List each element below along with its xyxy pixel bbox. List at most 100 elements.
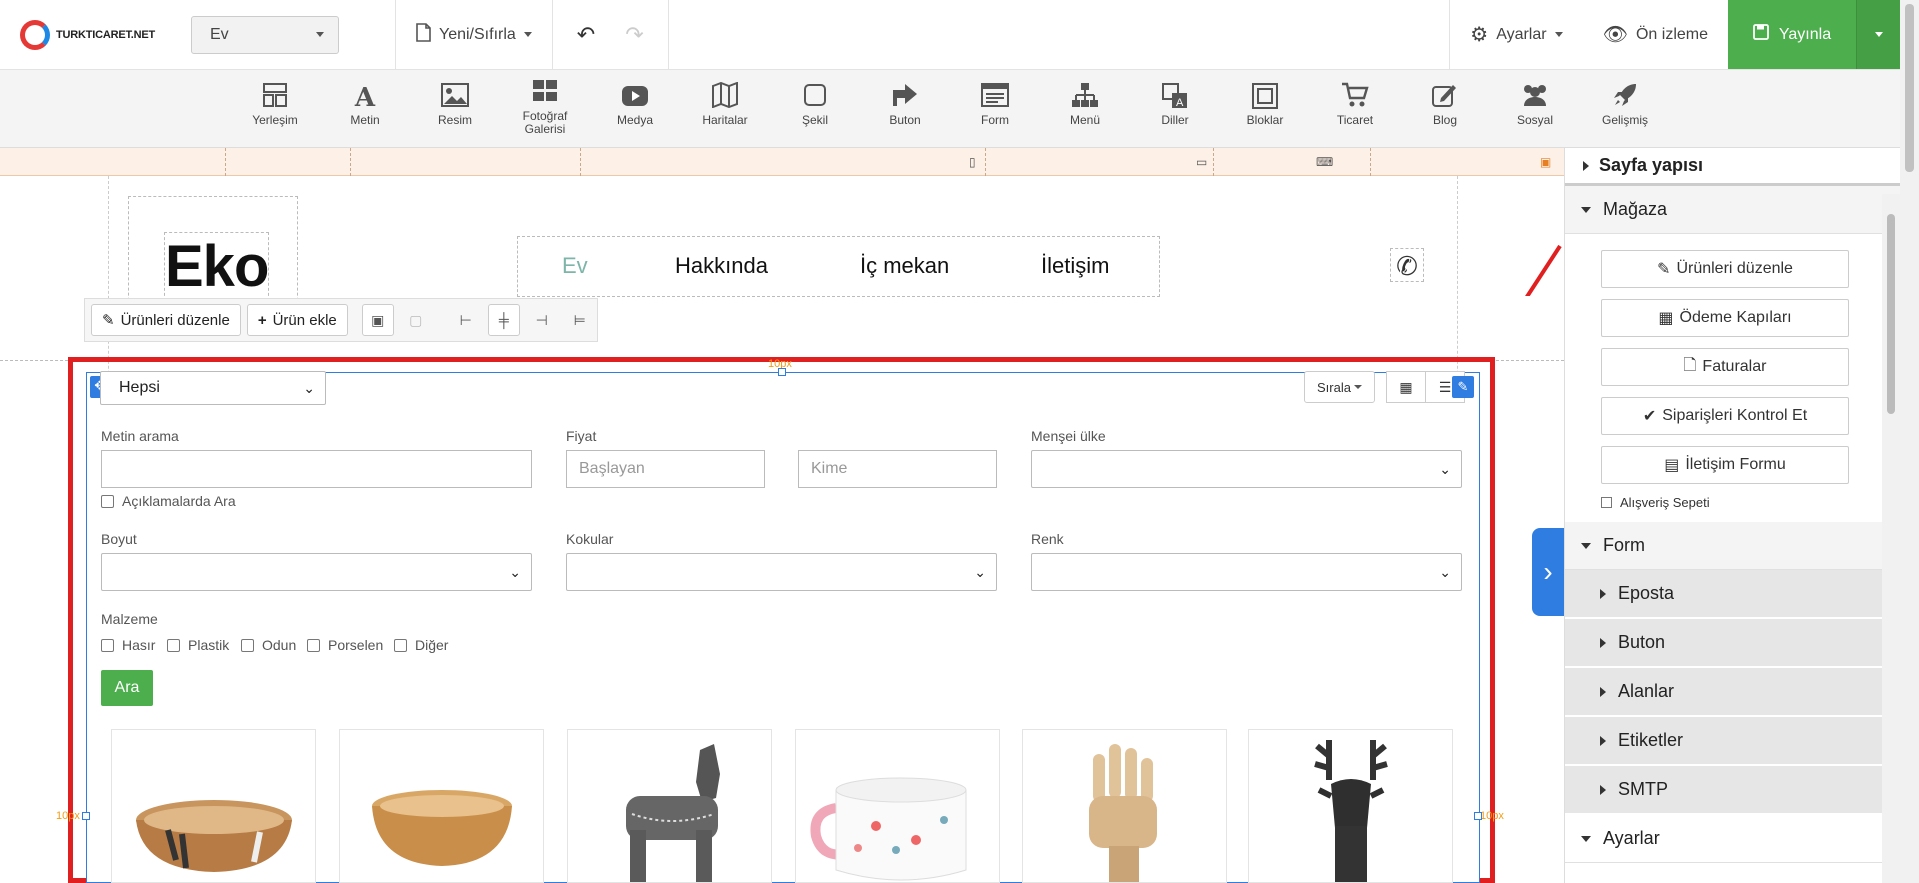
laptop-icon[interactable]: ⌨ [1316, 155, 1333, 169]
size-select[interactable]: ⌄ [101, 553, 532, 591]
tool-button[interactable]: Buton [870, 82, 940, 127]
nav-item-home[interactable]: Ev [562, 253, 588, 279]
nav-item-contact[interactable]: İletişim [1041, 253, 1109, 279]
tool-commerce[interactable]: Ticaret [1320, 82, 1390, 127]
page-scrollbar[interactable] [1900, 0, 1919, 883]
origin-country-select[interactable]: ⌄ [1031, 450, 1462, 488]
scents-select[interactable]: ⌄ [566, 553, 997, 591]
tool-label: Gelişmiş [1601, 113, 1648, 127]
page-structure-header[interactable]: Sayfa yapısı [1565, 148, 1900, 186]
tool-gallery[interactable]: Fotoğraf Galerisi [510, 78, 580, 136]
material-checkbox-wicker[interactable]: Hasır [101, 637, 155, 653]
edit-pencil-icon[interactable]: ✎ [1452, 376, 1474, 398]
settings-section-header[interactable]: Ayarlar [1565, 815, 1900, 863]
search-descriptions-checkbox[interactable]: Açıklamalarda Ara [101, 493, 236, 509]
sort-button[interactable]: Sırala [1304, 371, 1375, 403]
add-product-button[interactable]: + Ürün ekle [246, 304, 348, 336]
redo-icon[interactable]: ↷ [625, 22, 643, 48]
tool-menu[interactable]: Menü [1050, 82, 1120, 127]
product-card[interactable] [567, 729, 772, 883]
product-card[interactable] [1022, 729, 1227, 883]
shopping-cart-checkbox[interactable]: Alışveriş Sepeti [1601, 495, 1900, 510]
publish-label: Yayınla [1778, 25, 1832, 43]
mobile-icon[interactable]: ▯ [969, 155, 976, 169]
tool-shape[interactable]: Şekil [780, 82, 850, 127]
resize-handle[interactable] [778, 368, 786, 376]
tool-social[interactable]: Sosyal [1500, 82, 1570, 127]
form-item-smtp[interactable]: SMTP [1565, 766, 1882, 815]
price-to-placeholder: Kime [811, 460, 848, 477]
desktop-icon[interactable]: ▣ [1540, 155, 1551, 169]
tool-layout[interactable]: Yerleşim [240, 82, 310, 127]
product-card[interactable] [111, 729, 316, 883]
material-checkbox-wood[interactable]: Odun [241, 637, 296, 653]
form-item-labels[interactable]: Etiketler [1565, 717, 1882, 766]
color-select[interactable]: ⌄ [1031, 553, 1462, 591]
price-to-input[interactable]: Kime [798, 450, 997, 488]
product-card[interactable] [339, 729, 544, 883]
tool-advanced[interactable]: Gelişmiş [1590, 82, 1660, 127]
contact-form-button[interactable]: ▤ İletişim Formu [1601, 446, 1849, 484]
material-checkbox-plastic[interactable]: Plastik [167, 637, 229, 653]
editor-canvas: Eko Ev Hakkında İç mekan İletişim ✆ ✎ Ür… [0, 176, 1564, 883]
tool-image[interactable]: Resim [420, 82, 490, 127]
form-item-email[interactable]: Eposta [1565, 570, 1882, 619]
align-left-icon[interactable]: ⊢ [450, 304, 482, 336]
tool-text[interactable]: A Metin [330, 82, 400, 127]
tool-media[interactable]: Medya [600, 82, 670, 127]
undo-icon[interactable]: ↶ [577, 22, 595, 48]
page-select[interactable]: Ev [191, 15, 339, 54]
product-card[interactable] [795, 729, 1000, 883]
phone-icon[interactable]: ✆ [1390, 248, 1424, 282]
file-icon: 🗋 [1683, 356, 1697, 374]
align-center-icon[interactable]: ╪ [487, 304, 520, 336]
nav-item-interior[interactable]: İç mekan [860, 253, 949, 279]
material-checkbox-other[interactable]: Diğer [394, 637, 448, 653]
align-right-icon[interactable]: ⊣ [526, 304, 558, 336]
material-checkbox-porcelain[interactable]: Porselen [307, 637, 383, 653]
new-reset-button[interactable]: Yeni/Sıfırla [396, 0, 553, 69]
form-item-button[interactable]: Buton [1565, 619, 1882, 668]
scrollbar-thumb[interactable] [1887, 214, 1895, 414]
tool-maps[interactable]: Haritalar [690, 81, 760, 127]
payment-gateways-button[interactable]: ▦ Ödeme Kapıları [1601, 299, 1849, 337]
tool-blog[interactable]: Blog [1410, 82, 1480, 127]
tool-form[interactable]: Form [960, 82, 1030, 127]
pencil-icon: ✎ [102, 312, 115, 329]
form-item-fields[interactable]: Alanlar [1565, 668, 1882, 717]
category-select[interactable]: Hepsi ⌄ [100, 371, 326, 405]
annotation-arrow [1525, 244, 1562, 296]
preview-button[interactable]: 👁 Ön izleme [1583, 0, 1728, 69]
price-from-input[interactable]: Başlayan [566, 450, 765, 488]
origin-country-label: Menşei ülke [1031, 428, 1106, 444]
search-button[interactable]: Ara [101, 670, 153, 706]
blog-icon [1431, 82, 1459, 114]
tool-blocks[interactable]: Bloklar [1230, 82, 1300, 127]
form-section-header[interactable]: Form [1565, 522, 1900, 570]
edit-products-button[interactable]: ✎ Ürünleri düzenle [91, 304, 241, 336]
publish-button[interactable]: Yayınla [1728, 0, 1856, 69]
resize-handle[interactable] [82, 812, 90, 820]
text-search-input[interactable] [101, 450, 532, 488]
check-orders-button[interactable]: ✔ Siparişleri Kontrol Et [1601, 397, 1849, 435]
select-parent-icon[interactable]: ▣ [361, 304, 394, 336]
plus-icon: + [257, 311, 267, 329]
site-title[interactable]: Eko [164, 232, 269, 301]
resize-handle[interactable] [1474, 812, 1482, 820]
tool-languages[interactable]: A Diller [1140, 82, 1210, 127]
product-card[interactable] [1248, 729, 1453, 883]
select-child-icon[interactable]: ▢ [400, 304, 432, 336]
publish-dropdown[interactable] [1856, 0, 1900, 69]
store-section-header[interactable]: Mağaza [1565, 186, 1900, 234]
panel-scrollbar[interactable] [1882, 194, 1900, 883]
invoices-button[interactable]: 🗋 Faturalar [1601, 348, 1849, 386]
align-justify-icon[interactable]: ⊨ [564, 304, 596, 336]
panel-toggle-tab[interactable]: › [1532, 528, 1564, 616]
tablet-icon[interactable]: ▭ [1196, 155, 1207, 169]
edit-products-panel-button[interactable]: ✎ Ürünleri düzenle [1601, 250, 1849, 288]
grid-view-button[interactable]: ▦ [1386, 371, 1426, 403]
settings-button[interactable]: ⚙ Ayarlar [1449, 0, 1582, 69]
scrollbar-thumb[interactable] [1905, 4, 1914, 172]
site-nav: Ev Hakkında İç mekan İletişim [517, 236, 1160, 297]
nav-item-about[interactable]: Hakkında [675, 253, 768, 279]
